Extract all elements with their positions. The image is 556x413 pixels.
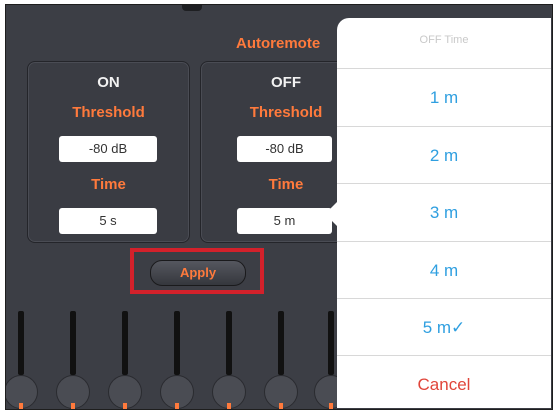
- on-threshold-label: Threshold: [72, 104, 145, 121]
- option-2m[interactable]: 2 m: [337, 126, 551, 184]
- apply-highlight: Apply: [130, 248, 264, 294]
- fader-6[interactable]: [264, 311, 298, 409]
- apply-button[interactable]: Apply: [150, 260, 246, 286]
- off-time-popover: OFF Time 1 m 2 m 3 m 4 m 5 m✓ Cancel: [337, 18, 551, 408]
- fader-indicator: [123, 403, 127, 409]
- fader-2[interactable]: [56, 311, 90, 409]
- fader-indicator: [227, 403, 231, 409]
- fader-indicator: [279, 403, 283, 409]
- popover-title: OFF Time: [419, 34, 469, 46]
- on-panel: ON Threshold -80 dB Time 5 s: [27, 61, 190, 243]
- fader-track: [328, 311, 334, 375]
- fader-indicator: [175, 403, 179, 409]
- fader-5[interactable]: [212, 311, 246, 409]
- option-1m[interactable]: 1 m: [337, 68, 551, 126]
- fader-track: [278, 311, 284, 375]
- on-time-field[interactable]: 5 s: [59, 208, 157, 234]
- option-3m[interactable]: 3 m: [337, 183, 551, 241]
- fader-1[interactable]: [6, 311, 38, 409]
- fader-track: [70, 311, 76, 375]
- on-time-label: Time: [91, 176, 126, 193]
- option-5m-selected[interactable]: 5 m✓: [337, 298, 551, 356]
- on-heading: ON: [97, 74, 120, 91]
- fader-track: [122, 311, 128, 375]
- off-time-field[interactable]: 5 m: [237, 208, 332, 234]
- autoremote-title: Autoremote: [236, 35, 321, 52]
- fader-indicator: [19, 403, 23, 409]
- fader-7[interactable]: [314, 311, 348, 409]
- fader-track: [18, 311, 24, 375]
- fader-track: [226, 311, 232, 375]
- cancel-button[interactable]: Cancel: [337, 355, 551, 413]
- fader-4[interactable]: [160, 311, 194, 409]
- off-threshold-field[interactable]: -80 dB: [237, 136, 332, 162]
- device-notch: [182, 5, 202, 11]
- fader-indicator: [329, 403, 333, 409]
- option-4m[interactable]: 4 m: [337, 241, 551, 299]
- fader-3[interactable]: [108, 311, 142, 409]
- fader-track: [174, 311, 180, 375]
- fader-indicator: [71, 403, 75, 409]
- on-threshold-field[interactable]: -80 dB: [59, 136, 157, 162]
